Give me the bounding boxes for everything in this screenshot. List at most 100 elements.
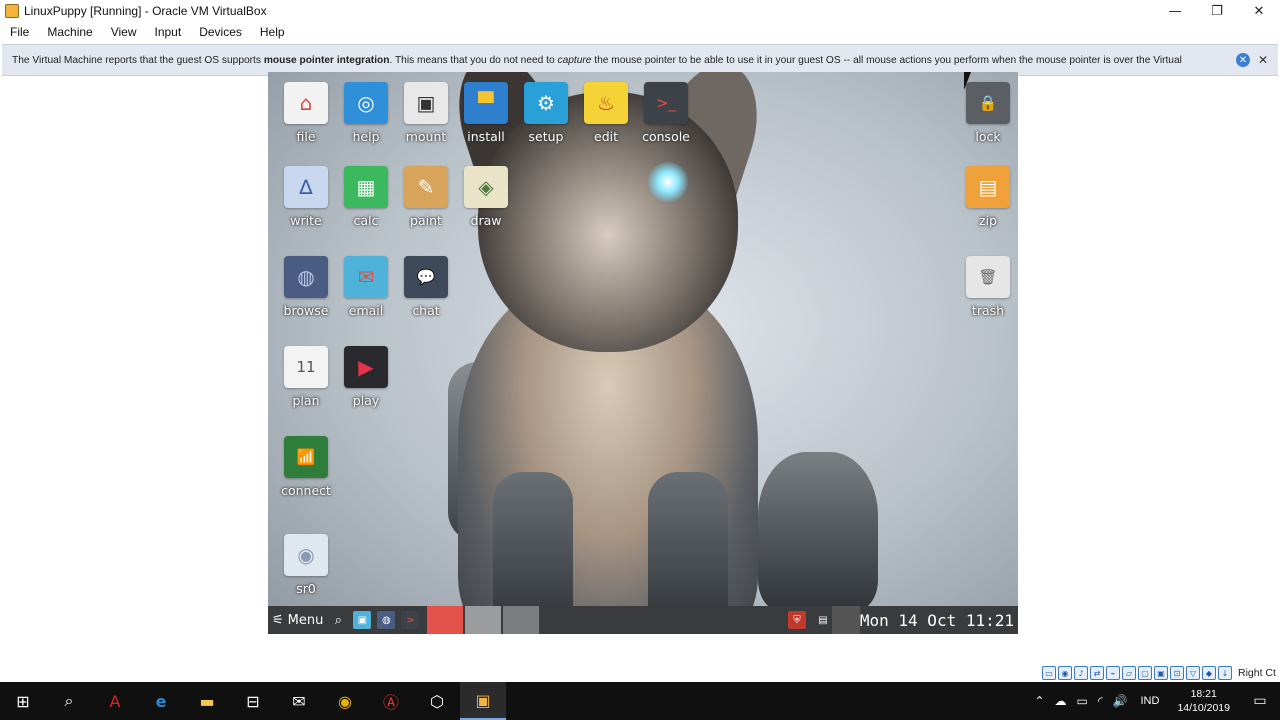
system-tray: ⌃ ☁ ▭ ◜ 🔊 IND 18:21 14/10/2019 ▭: [1029, 682, 1280, 720]
usb-status-icon[interactable]: ⌁: [1106, 666, 1120, 680]
mouse-integration-status-icon[interactable]: ◆: [1202, 666, 1216, 680]
clock-time: 18:21: [1190, 688, 1217, 700]
desktop-icon-console[interactable]: >_ console: [636, 82, 696, 144]
volume-icon[interactable]: 🔊: [1113, 694, 1128, 708]
desktop-icon-play[interactable]: ▶ play: [336, 346, 396, 408]
restore-button[interactable]: ❐: [1196, 0, 1238, 22]
notification-close-icon[interactable]: ✕: [1256, 53, 1270, 67]
file-manager-icon[interactable]: ▣: [353, 611, 372, 629]
optical-drive-status-icon[interactable]: ◉: [1058, 666, 1072, 680]
media-player-icon: ▶: [344, 346, 388, 388]
hard-disk-status-icon[interactable]: ▭: [1042, 666, 1056, 680]
shared-folders-status-icon[interactable]: ▱: [1122, 666, 1136, 680]
desktop-icon-lock[interactable]: 🔒 lock: [958, 82, 1018, 144]
store-icon[interactable]: ⊟: [230, 682, 276, 720]
desktop-icon-label: connect: [281, 483, 331, 498]
3d-box-icon[interactable]: ⬡: [414, 682, 460, 720]
workspace-1[interactable]: [427, 606, 464, 634]
chat-bubble-icon: 💬: [404, 256, 448, 298]
workspace-2[interactable]: [465, 606, 502, 634]
chrome-icon[interactable]: ◉: [322, 682, 368, 720]
network-status-icon[interactable]: ⇄: [1090, 666, 1104, 680]
clipboard-icon[interactable]: ▤: [814, 611, 832, 629]
desktop-icon-email[interactable]: ✉ email: [336, 256, 396, 318]
vbox-status-bar: ▭ ◉ ♪ ⇄ ⌁ ▱ ▢ ▣ ⊡ ▽ ◆ ↓ Right Ct: [1042, 664, 1280, 682]
firewall-shield-icon[interactable]: ⛨: [788, 611, 806, 629]
menu-machine[interactable]: Machine: [37, 25, 100, 39]
chevron-up-icon[interactable]: ⌃: [1034, 694, 1044, 708]
desktop-icon-label: file: [296, 129, 316, 144]
desktop-icon-sr0[interactable]: ◉ sr0: [276, 534, 336, 596]
desktop-icon-file[interactable]: ⌂ file: [276, 82, 336, 144]
desktop-icon-label: calc: [353, 213, 379, 228]
input-language[interactable]: IND: [1140, 695, 1159, 707]
workspace-3[interactable]: [503, 606, 540, 634]
envelope-icon: ✉: [344, 256, 388, 298]
menu-input[interactable]: Input: [145, 25, 190, 39]
desktop-icon-chat[interactable]: 💬 chat: [396, 256, 456, 318]
cloud-icon[interactable]: ☁: [1055, 694, 1067, 708]
edge-browser-icon[interactable]: e: [138, 682, 184, 720]
desktop-icon-label: plan: [292, 393, 320, 408]
desktop-icon-trash[interactable]: 🗑 trash: [958, 256, 1018, 318]
search-icon[interactable]: ⌕: [329, 611, 347, 629]
guest-clock[interactable]: Mon 14 Oct 11:21: [860, 606, 1014, 634]
mail-icon[interactable]: ✉: [276, 682, 322, 720]
desktop-icon-paint[interactable]: ✎ paint: [396, 166, 456, 228]
wifi-icon[interactable]: ◜: [1098, 694, 1103, 708]
audio-status-icon[interactable]: ♪: [1074, 666, 1088, 680]
terminal-icon[interactable]: >: [401, 611, 420, 629]
desktop-icon-browse[interactable]: ◍ browse: [276, 256, 336, 318]
globe-browser-icon: ◍: [284, 256, 328, 298]
wallpaper-dog-eye-glow: [648, 162, 688, 202]
desktop-icon-plan[interactable]: 11 plan: [276, 346, 336, 408]
close-button[interactable]: ✕: [1238, 0, 1280, 22]
browser-icon[interactable]: ◍: [377, 611, 396, 629]
desktop-icon-connect[interactable]: 📶 connect: [276, 436, 336, 498]
desktop-icon-calc[interactable]: ▦ calc: [336, 166, 396, 228]
paint-palette-icon: ✎: [404, 166, 448, 208]
desktop-icon-label: draw: [470, 213, 502, 228]
action-center-icon[interactable]: ▭: [1240, 693, 1280, 709]
menu-devices[interactable]: Devices: [189, 25, 250, 39]
capture-status-icon[interactable]: ⊡: [1170, 666, 1184, 680]
battery-icon[interactable]: ▭: [1077, 694, 1088, 708]
desktop-icon-write[interactable]: ∆ write: [276, 166, 336, 228]
menu-help[interactable]: Help: [250, 25, 293, 39]
desktop-icon-edit[interactable]: ♨ edit: [576, 82, 636, 144]
windows-start-icon[interactable]: ⊞: [0, 682, 46, 720]
mouse-cursor: [964, 72, 971, 90]
menu-view[interactable]: View: [101, 25, 145, 39]
desktop-icon-label: console: [642, 129, 690, 144]
desktop-icon-install[interactable]: ▀ install: [456, 82, 516, 144]
desktop-icon-setup[interactable]: ⚙ setup: [516, 82, 576, 144]
desktop-icon-label: zip: [979, 213, 997, 228]
file-explorer-icon[interactable]: ▬: [184, 682, 230, 720]
clock-date: 14/10/2019: [1177, 702, 1230, 714]
archive-icon: ▤: [966, 166, 1010, 208]
menu-share-icon: ⚟: [272, 612, 284, 628]
guest-menu-button[interactable]: ⚟ Menu: [272, 613, 323, 628]
desktop-icon-label: setup: [528, 129, 564, 144]
search-icon[interactable]: ⌕: [46, 682, 92, 720]
desktop-icon-mount[interactable]: ▣ mount: [396, 82, 456, 144]
virtualbox-taskbar-icon[interactable]: ▣: [460, 682, 506, 720]
desktop-icon-zip[interactable]: ▤ zip: [958, 166, 1018, 228]
acrobat-icon[interactable]: A: [92, 682, 138, 720]
gear-icon: ⚙: [524, 82, 568, 124]
system-clock[interactable]: 18:21 14/10/2019: [1177, 687, 1230, 715]
window-title-bar[interactable]: LinuxPuppy [Running] - Oracle VM Virtual…: [0, 0, 1280, 22]
desktop-icon-label: chat: [412, 303, 440, 318]
menu-file[interactable]: File: [0, 25, 37, 39]
vm-guest-screen[interactable]: ⌂ file ◎ help ▣ mount ▀ install ⚙ setup ♨ edit >_ con…: [268, 72, 1018, 634]
minimize-button[interactable]: —: [1154, 0, 1196, 22]
keyboard-status-icon[interactable]: ↓: [1218, 666, 1232, 680]
desktop-icon-draw[interactable]: ◈ draw: [456, 166, 516, 228]
cpu-status-icon[interactable]: ▽: [1186, 666, 1200, 680]
disk-drive-icon: ▣: [404, 82, 448, 124]
display-status-icon[interactable]: ▢: [1138, 666, 1152, 680]
recorder-app-icon[interactable]: Ⓐ: [368, 682, 414, 720]
notification-info-icon[interactable]: ✕: [1236, 53, 1250, 67]
recording-status-icon[interactable]: ▣: [1154, 666, 1168, 680]
desktop-icon-help[interactable]: ◎ help: [336, 82, 396, 144]
